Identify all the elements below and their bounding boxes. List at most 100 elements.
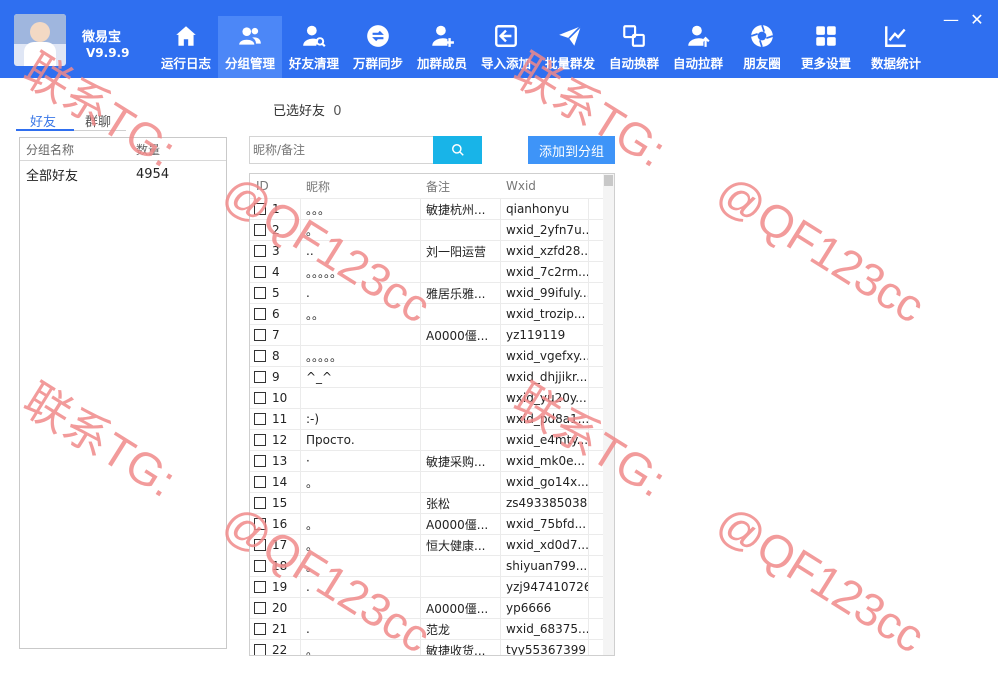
id-cell: 5 [250,283,301,303]
table-scrollbar[interactable] [603,174,614,655]
close-button[interactable]: ✕ [964,10,990,30]
id-cell: 3 [250,241,301,261]
row-checkbox[interactable] [254,560,266,572]
table-row[interactable]: 2 。 wxid_2yfn7u... [250,219,614,240]
row-id: 10 [272,391,288,405]
row-checkbox[interactable] [254,392,266,404]
nav-group-sync[interactable]: 万群同步 [346,16,410,78]
nav-import-add[interactable]: 导入添加 [474,16,538,78]
row-nickname: 。。。。。 [301,346,421,366]
row-wxid: shiyuan799... [501,556,589,576]
app-name: 微易宝 [82,30,122,45]
id-cell: 7 [250,325,301,345]
row-checkbox[interactable] [254,539,266,551]
row-wxid: zs493385038 [501,493,589,513]
home-icon [176,26,196,46]
table-row[interactable]: 15 张松 zs493385038 [250,492,614,513]
tab-friends[interactable]: 好友 [30,111,56,130]
aperture-icon [750,24,774,48]
row-nickname [301,493,421,513]
sync-icon [367,25,389,47]
id-cell: 22 [250,640,301,655]
row-wxid: yp6666 [501,598,589,618]
row-checkbox[interactable] [254,581,266,593]
row-remark: 恒大健康... [421,535,501,555]
table-row[interactable]: 18 。 shiyuan799... [250,555,614,576]
nav-auto-switch-group[interactable]: 自动换群 [602,16,666,78]
id-cell: 19 [250,577,301,597]
row-wxid: wxid_yu20y... [501,388,589,408]
row-checkbox[interactable] [254,476,266,488]
table-row[interactable]: 4 。。。。。 wxid_7c2rm... [250,261,614,282]
row-checkbox[interactable] [254,224,266,236]
table-row[interactable]: 10 wxid_yu20y... [250,387,614,408]
row-checkbox[interactable] [254,518,266,530]
table-row[interactable]: 20 A0000僵... yp6666 [250,597,614,618]
row-checkbox[interactable] [254,287,266,299]
row-checkbox[interactable] [254,623,266,635]
nav-bulk-send[interactable]: 批量群发 [538,16,602,78]
row-wxid: wxid_7c2rm... [501,262,589,282]
nav-add-members[interactable]: 加群成员 [410,16,474,78]
group-row[interactable]: 全部好友 4954 [20,161,226,187]
search-input[interactable] [249,136,433,164]
table-row[interactable]: 5. 雅居乐雅... wxid_99ifuly... [250,282,614,303]
table-row[interactable]: 17 。恒大健康... wxid_xd0d7... [250,534,614,555]
id-cell: 1 [250,199,301,219]
row-id: 9 [272,370,280,384]
row-wxid: wxid_xd0d7... [501,535,589,555]
nav-run-log[interactable]: 运行日志 [154,16,218,78]
row-checkbox[interactable] [254,455,266,467]
group-list-header: 分组名称 数量 [20,138,226,161]
row-remark: A0000僵... [421,514,501,534]
row-checkbox[interactable] [254,203,266,215]
table-row[interactable]: 19. yzj947410726 [250,576,614,597]
row-checkbox[interactable] [254,602,266,614]
row-checkbox[interactable] [254,350,266,362]
row-checkbox[interactable] [254,413,266,425]
table-row[interactable]: 14 。 wxid_go14x... [250,471,614,492]
row-remark [421,409,501,429]
row-checkbox[interactable] [254,266,266,278]
nav-auto-pull-group[interactable]: 自动拉群 [666,16,730,78]
nav-label: 运行日志 [160,56,211,71]
table-row[interactable]: 21. 范龙 wxid_68375... [250,618,614,639]
nav-label: 批量群发 [544,56,595,71]
add-to-group-button[interactable]: 添加到分组 [528,136,615,164]
nav-more-settings[interactable]: 更多设置 [794,16,858,78]
search-button[interactable] [433,136,482,164]
table-row[interactable]: 8 。。。。。 wxid_vgefxy... [250,345,614,366]
import-icon [495,25,517,47]
table-row[interactable]: 12 Просто. wxid_e4mty... [250,429,614,450]
row-remark: 敏捷收货... [421,640,501,655]
nav-label: 朋友圈 [743,56,781,71]
nav-data-stats[interactable]: 数据统计 [858,16,934,78]
table-row[interactable]: 13 · 敏捷采购... wxid_mk0e... [250,450,614,471]
minimize-button[interactable]: — [938,10,964,30]
row-checkbox[interactable] [254,329,266,341]
main-nav: 运行日志 分组管理 好友清理 万群同步 加群成员 导入添加 批量群发 自动换群 [154,16,934,78]
row-checkbox[interactable] [254,434,266,446]
table-row[interactable]: 7 A0000僵... yz119119 [250,324,614,345]
row-checkbox[interactable] [254,497,266,509]
row-checkbox[interactable] [254,245,266,257]
tab-group-chats[interactable]: 群聊 [85,111,111,130]
table-row[interactable]: 3.. 刘一阳运营 wxid_xzfd28... [250,240,614,261]
row-checkbox[interactable] [254,371,266,383]
row-checkbox[interactable] [254,644,266,655]
table-row[interactable]: 9 ^_^ wxid_dhjjikr... [250,366,614,387]
nav-friend-clean[interactable]: 好友清理 [282,16,346,78]
table-row[interactable]: 22 。敏捷收货... tyy55367399 [250,639,614,655]
row-checkbox[interactable] [254,308,266,320]
scrollbar-thumb[interactable] [604,175,613,186]
table-row[interactable]: 6 。。 wxid_trozip... [250,303,614,324]
id-cell: 12 [250,430,301,450]
table-row[interactable]: 1 。。。 敏捷杭州... qianhonyu [250,198,614,219]
group-name: 全部好友 [26,168,79,184]
nav-group-manage[interactable]: 分组管理 [218,16,282,78]
table-row[interactable]: 11:-) wxid_pd8a1... [250,408,614,429]
nav-label: 自动换群 [608,56,659,71]
nav-moments[interactable]: 朋友圈 [730,16,794,78]
table-row[interactable]: 16 。 A0000僵... wxid_75bfd... [250,513,614,534]
row-remark [421,220,501,240]
